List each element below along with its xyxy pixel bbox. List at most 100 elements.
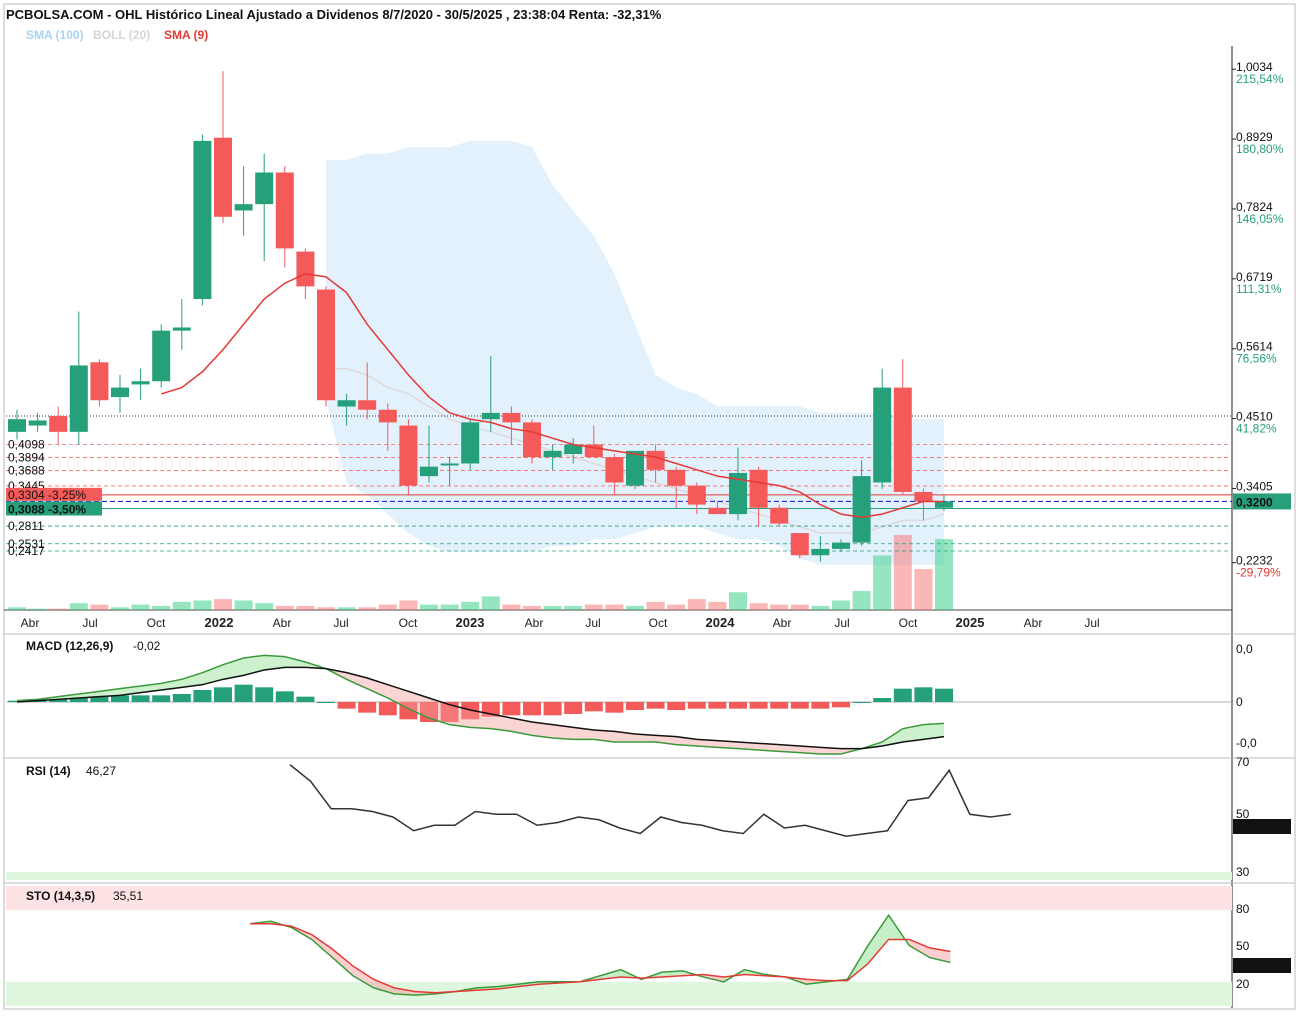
candle-body: [234, 204, 253, 211]
candle-body: [90, 362, 109, 401]
sto-fill: [909, 939, 930, 958]
macd-histogram-bar: [811, 702, 830, 709]
volume-bar: [90, 604, 109, 610]
candle-body: [152, 330, 171, 382]
macd-histogram-bar: [708, 702, 727, 709]
candle-body: [893, 387, 912, 492]
sto-fill: [868, 915, 889, 964]
candle-body: [852, 476, 871, 543]
level-label: 0,3688: [8, 464, 45, 478]
rsi-oversold-zone: [6, 872, 1232, 880]
candle-body: [687, 485, 706, 505]
volume-bar: [111, 607, 129, 610]
rsi-axis-30: 30: [1236, 865, 1250, 879]
legend-sma100[interactable]: SMA (100): [26, 28, 84, 42]
macd-histogram-bar: [646, 702, 665, 709]
volume-bar: [873, 555, 892, 610]
macd-label: MACD (12,26,9): [26, 639, 113, 653]
sto-label: STO (14,3,5): [26, 889, 95, 903]
candle-body: [481, 412, 500, 420]
macd-histogram-bar: [214, 687, 232, 702]
x-tick-label: Oct: [147, 616, 166, 630]
candle-body: [502, 412, 521, 423]
macd-histogram-bar: [378, 702, 397, 716]
volume-bar: [626, 605, 644, 610]
x-tick-label: Oct: [399, 616, 418, 630]
axis-pct: 146,05%: [1236, 212, 1284, 226]
volume-bar: [378, 604, 397, 610]
x-axis: Abr Jul Oct 2022 Abr Jul Oct 2023 Abr Jul Oct 2024 A…: [21, 615, 1100, 630]
candle-body: [296, 251, 315, 287]
current-price-text: 0,3200: [1236, 495, 1273, 509]
legend-sma9[interactable]: SMA (9): [164, 28, 208, 42]
candle-body: [255, 172, 274, 205]
candle-body: [523, 422, 541, 458]
candle-body: [378, 409, 397, 423]
volume-bar: [440, 604, 459, 610]
candle-body: [131, 381, 150, 385]
macd-axis-zero: 0: [1236, 695, 1243, 709]
macd-histogram-bar: [626, 702, 644, 710]
candle-body: [811, 548, 830, 556]
candle-body: [440, 463, 459, 466]
candle-body: [49, 416, 68, 432]
macd-histogram-bar: [914, 687, 933, 702]
candle-body: [605, 457, 624, 483]
macd-histogram-bar: [605, 702, 624, 713]
macd-histogram-bar: [337, 702, 356, 709]
level-label: 0,2811: [8, 519, 44, 533]
volume-bar: [131, 604, 150, 610]
volume-bar: [605, 604, 624, 610]
macd-histogram-bar: [667, 702, 686, 710]
candle-body: [275, 172, 294, 249]
macd-histogram-bar: [523, 702, 541, 716]
volume-bar: [564, 605, 583, 610]
x-tick-label: Oct: [899, 616, 918, 630]
volume-bar: [49, 608, 68, 610]
volume-bar: [852, 590, 871, 610]
x-tick-label: 2024: [706, 615, 736, 630]
axis-pct: -29,79%: [1236, 566, 1281, 580]
x-tick-label: Jul: [82, 616, 97, 630]
candle-body: [193, 140, 212, 300]
sto-panel: 80 50 20 35,516: [6, 886, 1291, 1006]
x-tick-label: 2025: [956, 615, 985, 630]
volume-bar: [584, 604, 603, 610]
candle-body: [914, 491, 933, 502]
chart-root: 0,4098 0,3894 0,3688 0,3445 0,3304 -3,25% 0,3…: [0, 0, 1299, 1013]
volume-bar: [481, 596, 500, 610]
legend-boll[interactable]: BOLL (20): [93, 28, 150, 42]
rsi-current-text: 46,276: [1236, 820, 1273, 834]
volume-bar: [193, 600, 212, 610]
axis-pct: 111,31%: [1236, 282, 1282, 296]
macd-histogram-bar: [687, 702, 706, 709]
macd-histogram-bar: [729, 702, 747, 709]
x-tick-label: Abr: [773, 616, 792, 630]
macd-value: -0,02: [133, 639, 161, 653]
volume-bar: [28, 608, 47, 610]
level-label: 0,3894: [8, 451, 45, 465]
rsi-axis-70: 70: [1236, 755, 1250, 769]
candle-body: [337, 400, 356, 407]
sto-axis-20: 20: [1236, 977, 1250, 991]
candle-body: [399, 425, 418, 486]
macd-histogram-bar: [358, 702, 377, 713]
level-label: 0,2417: [8, 544, 45, 558]
candle-body: [543, 450, 562, 458]
x-tick-label: 2022: [205, 615, 234, 630]
macd-histogram-bar: [749, 702, 768, 709]
macd-histogram-bar: [255, 687, 274, 702]
candle-body: [172, 327, 191, 331]
candle-body: [708, 507, 727, 515]
volume-bar: [399, 600, 418, 610]
volume-bar: [523, 605, 541, 610]
x-tick-label: Abr: [525, 616, 544, 630]
x-tick-label: Abr: [21, 616, 40, 630]
rsi-label: RSI (14): [26, 764, 71, 778]
candle-body: [461, 422, 480, 464]
candle-body: [749, 469, 768, 508]
level-tag-red-text: 0,3304 -3,25%: [8, 488, 86, 502]
x-tick-label: Abr: [1024, 616, 1043, 630]
volume-bar: [502, 604, 521, 610]
candle-body: [790, 533, 809, 556]
